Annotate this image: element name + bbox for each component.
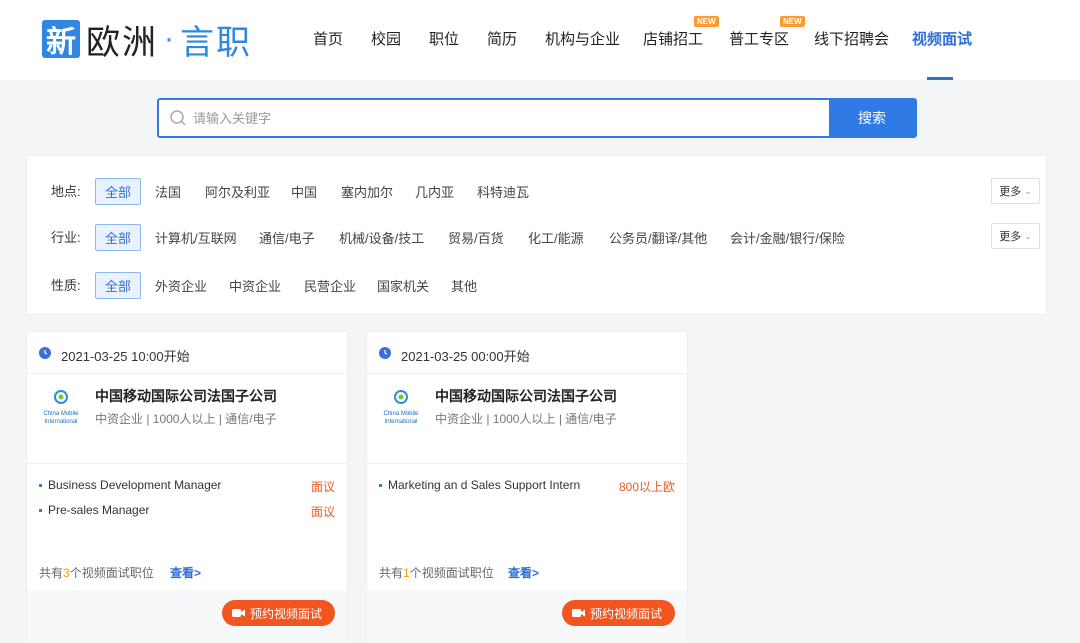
- job-title[interactable]: Pre-sales Manager: [39, 503, 149, 517]
- filter-nature-option[interactable]: 民营企业: [304, 276, 356, 295]
- filter-industry-option[interactable]: 通信/电子: [259, 228, 315, 247]
- job-title[interactable]: Marketing an d Sales Support Intern: [379, 478, 580, 492]
- job-title-text: Pre-sales Manager: [48, 503, 150, 517]
- logo-sub: 言职: [180, 22, 252, 63]
- job-count-text: 共有1个视频面试职位: [379, 566, 494, 580]
- card-header: 2021-03-25 00:00开始: [367, 332, 687, 374]
- logo-dot: ·: [164, 22, 174, 55]
- nav-campus[interactable]: 校园: [371, 28, 401, 49]
- filter-industry-option[interactable]: 计算机/互联网: [155, 228, 237, 247]
- search-input[interactable]: [193, 100, 823, 136]
- job-count-text: 共有3个视频面试职位: [39, 566, 154, 580]
- divider: [27, 463, 347, 464]
- interview-start-time: 2021-03-25 00:00开始: [401, 349, 530, 364]
- search-button[interactable]: 搜索: [829, 100, 915, 136]
- job-title[interactable]: Business Development Manager: [39, 478, 221, 492]
- filter-industry-option[interactable]: 化工/能源: [528, 228, 584, 247]
- filter-nature-option[interactable]: 其他: [451, 276, 477, 295]
- filter-industry-option[interactable]: 贸易/百货: [448, 228, 504, 247]
- job-count: 1: [403, 566, 410, 580]
- clock-icon: [379, 347, 391, 359]
- job-salary: 面议: [310, 480, 335, 494]
- card-footer: 预约视频面试: [367, 590, 687, 643]
- location-more-button[interactable]: 更多 ⌄: [991, 178, 1040, 204]
- nav-companies[interactable]: 机构与企业: [545, 28, 620, 49]
- filter-location-all[interactable]: 全部: [95, 178, 142, 205]
- nav-shop-hiring[interactable]: 店铺招工: [643, 28, 703, 49]
- filter-location-option[interactable]: 塞内加尔: [341, 182, 393, 201]
- book-button-label: 预约视频面试: [589, 606, 662, 621]
- company-name[interactable]: 中国移动国际公司法国子公司: [95, 386, 277, 406]
- clock-icon: [39, 347, 51, 359]
- company-logo[interactable]: China Mobile International: [379, 387, 423, 427]
- chevron-down-icon: ⌄: [1024, 185, 1032, 196]
- card-footer: 预约视频面试: [27, 590, 347, 643]
- logo-mark: 新: [42, 20, 80, 60]
- logo-caption-line: China Mobile: [383, 411, 419, 417]
- bullet-icon: [39, 509, 42, 513]
- filter-industry-all[interactable]: 全部: [95, 224, 142, 251]
- filter-industry-option[interactable]: 会计/金融/银行/保险: [730, 228, 845, 247]
- bullet-icon: [379, 484, 382, 488]
- new-badge: NEW: [694, 16, 719, 27]
- interview-start-time: 2021-03-25 10:00开始: [61, 349, 190, 364]
- nav-resume[interactable]: 简历: [487, 28, 517, 49]
- logo-caption-line: International: [44, 419, 77, 425]
- more-label: 更多: [999, 231, 1022, 243]
- filter-location-option[interactable]: 阿尔及利亚: [205, 182, 270, 201]
- chevron-down-icon: ⌄: [1024, 230, 1032, 241]
- job-salary: 面议: [310, 505, 335, 519]
- company-name[interactable]: 中国移动国际公司法国子公司: [435, 386, 617, 406]
- nav-jobs[interactable]: 职位: [429, 28, 459, 49]
- job-title-text: Business Development Manager: [48, 478, 222, 492]
- industry-more-button[interactable]: 更多 ⌄: [991, 223, 1040, 249]
- job-salary: 800以上欧: [618, 480, 675, 494]
- new-badge: NEW: [780, 16, 805, 27]
- job-title-text: Marketing an d Sales Support Intern: [388, 478, 581, 492]
- video-camera-icon: [571, 609, 585, 617]
- card-header: 2021-03-25 10:00开始: [27, 332, 347, 374]
- filter-location-option[interactable]: 中国: [291, 182, 317, 201]
- book-button-label: 预约视频面试: [249, 606, 322, 621]
- filter-panel: 地点: 全部 法国 阿尔及利亚 中国 塞内加尔 几内亚 科特迪瓦 更多 ⌄ 行业…: [26, 155, 1047, 315]
- filter-label-nature: 性质:: [51, 278, 81, 293]
- search-icon: [170, 110, 186, 126]
- company-meta: 中资企业 | 1000人以上 | 通信/电子: [435, 412, 617, 426]
- search-bar: 搜索: [157, 98, 917, 138]
- view-link[interactable]: 查看>: [508, 564, 539, 581]
- video-camera-icon: [231, 609, 245, 617]
- filter-industry-option[interactable]: 机械/设备/技工: [339, 228, 424, 247]
- site-logo[interactable]: 新 欧洲 · 言职: [42, 19, 252, 63]
- filter-location-option[interactable]: 几内亚: [415, 182, 454, 201]
- company-meta: 中资企业 | 1000人以上 | 通信/电子: [95, 412, 277, 426]
- active-nav-indicator: [927, 77, 953, 80]
- job-count: 3: [63, 566, 70, 580]
- filter-nature-all[interactable]: 全部: [95, 272, 142, 299]
- logo-caption-line: International: [384, 419, 417, 425]
- logo-caption-line: China Mobile: [43, 411, 79, 417]
- filter-nature-option[interactable]: 国家机关: [377, 276, 429, 295]
- filter-location-option[interactable]: 科特迪瓦: [477, 182, 529, 201]
- view-link[interactable]: 查看>: [170, 564, 201, 581]
- nav-general-workers[interactable]: 普工专区: [729, 28, 789, 49]
- nav-offline-fair[interactable]: 线下招聘会: [814, 28, 889, 49]
- more-label: 更多: [999, 186, 1022, 198]
- filter-label-location: 地点:: [51, 184, 81, 199]
- book-video-interview-button[interactable]: 预约视频面试: [561, 600, 675, 626]
- divider: [367, 463, 687, 464]
- interview-card[interactable]: 2021-03-25 10:00开始 China Mobile Internat…: [26, 331, 348, 643]
- logo-name: 欧洲: [86, 22, 158, 63]
- filter-location-option[interactable]: 法国: [155, 182, 181, 201]
- top-header: 新 欧洲 · 言职 首页 校园 职位 简历 机构与企业 店铺招工 NEW 普工专…: [0, 0, 1080, 80]
- filter-nature-option[interactable]: 中资企业: [229, 276, 281, 295]
- filter-industry-option[interactable]: 公务员/翻译/其他: [609, 228, 707, 247]
- filter-nature-option[interactable]: 外资企业: [155, 276, 207, 295]
- company-logo[interactable]: China Mobile International: [39, 387, 83, 427]
- interview-card[interactable]: 2021-03-25 00:00开始 China Mobile Internat…: [366, 331, 688, 643]
- nav-home[interactable]: 首页: [313, 28, 343, 49]
- book-video-interview-button[interactable]: 预约视频面试: [221, 600, 335, 626]
- filter-label-industry: 行业:: [51, 230, 81, 245]
- nav-video-interview[interactable]: 视频面试: [912, 28, 972, 49]
- bullet-icon: [39, 484, 42, 488]
